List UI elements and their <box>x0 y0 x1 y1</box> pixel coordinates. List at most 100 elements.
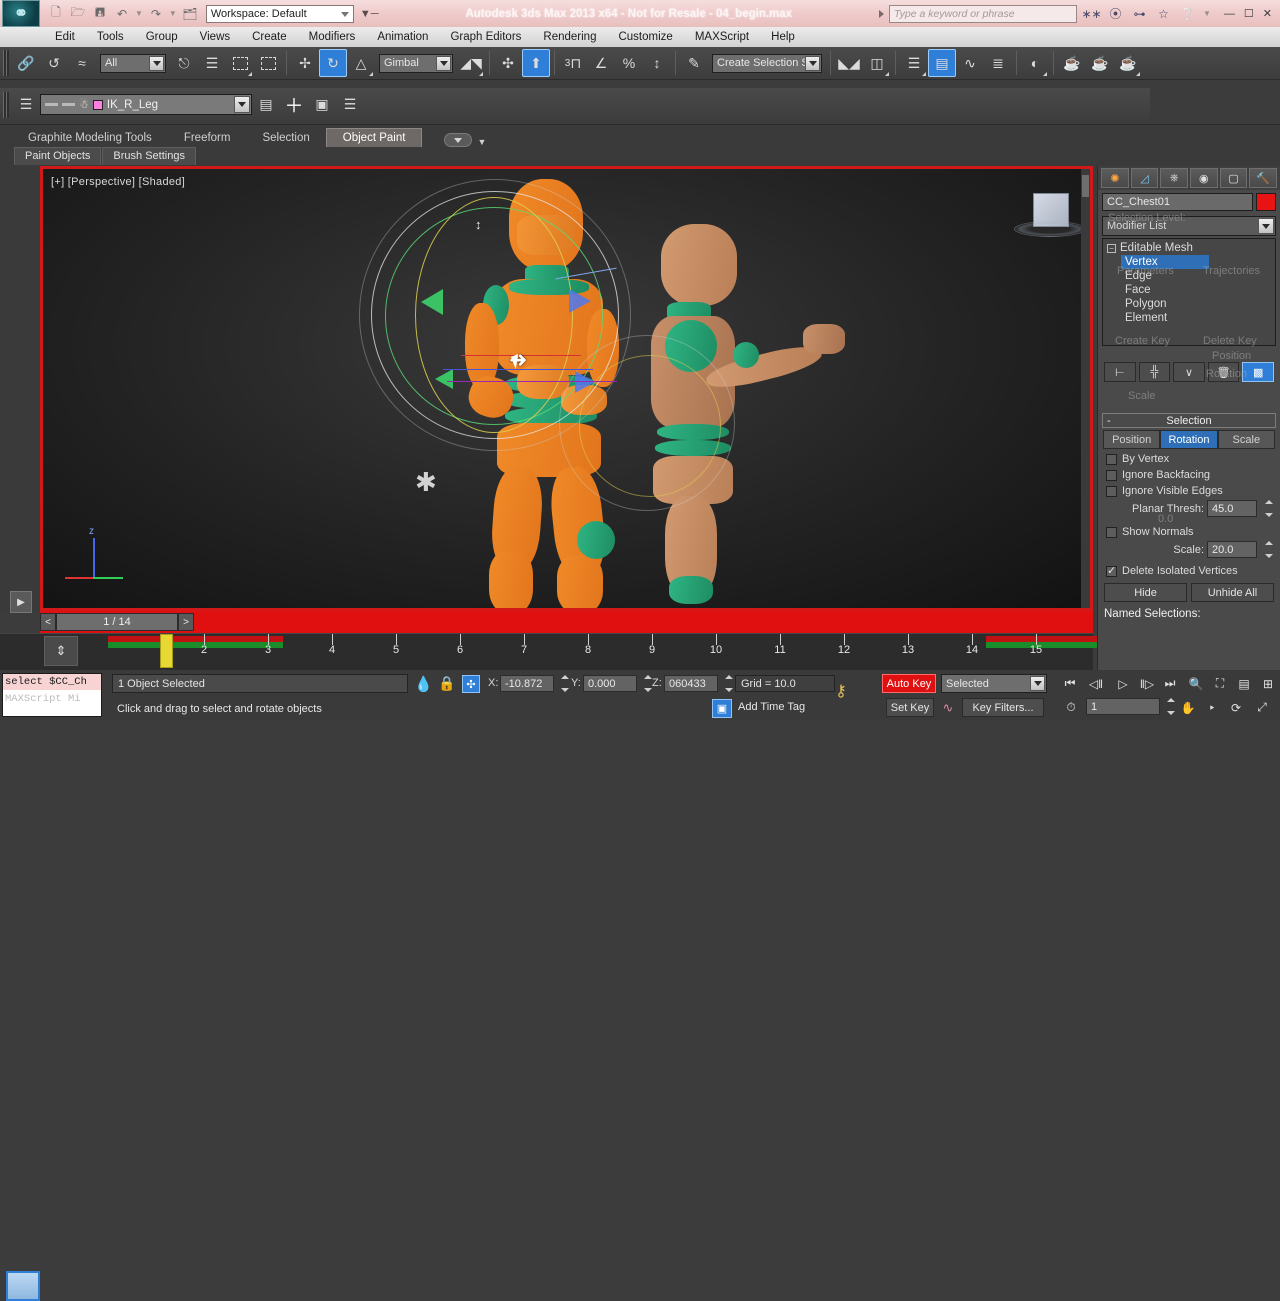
menu-item-edit[interactable]: Edit <box>44 29 86 45</box>
graphite-modeling-toggle-icon[interactable]: ▤ <box>928 49 956 77</box>
key-range-bar-green[interactable] <box>108 642 283 648</box>
create-tab[interactable]: ✺ <box>1101 168 1129 188</box>
menu-item-help[interactable]: Help <box>760 29 806 45</box>
expand-box-icon[interactable]: − <box>1107 244 1116 253</box>
add-time-tag-toggle-icon[interactable]: ▣ <box>712 699 732 718</box>
ribbon-subtab-brush-settings[interactable]: Brush Settings <box>102 147 196 165</box>
curve-editor-icon[interactable]: ∿ <box>956 49 984 77</box>
workspace-selector[interactable]: Workspace: Default <box>206 5 354 23</box>
reference-coordinate-dropdown[interactable]: Gimbal <box>379 54 453 73</box>
minimize-button[interactable]: — <box>1224 8 1235 20</box>
chevron-down-icon[interactable] <box>234 96 250 113</box>
previous-frame-button[interactable]: ◁‖ <box>1085 674 1107 693</box>
sub-object-rotation-button[interactable]: Rotation <box>1160 430 1217 449</box>
show-normals-checkbox[interactable] <box>1106 527 1117 538</box>
viewport-label[interactable]: [+] [Perspective] [Shaded] <box>51 176 185 188</box>
menu-item-group[interactable]: Group <box>135 29 189 45</box>
unhide-all-button[interactable]: Unhide All <box>1191 583 1274 602</box>
layer-set-current-icon[interactable]: ▤ <box>252 91 280 119</box>
undo-icon[interactable]: ↶ <box>112 4 132 24</box>
layer-toolbar-grip[interactable] <box>3 92 9 118</box>
menu-item-customize[interactable]: Customize <box>607 29 683 45</box>
align-icon[interactable]: ◫ <box>863 49 891 77</box>
chevron-down-icon[interactable] <box>1258 218 1274 234</box>
chevron-down-icon[interactable] <box>805 56 820 71</box>
by-vertex-row[interactable]: By Vertex <box>1098 451 1280 467</box>
toolbar-grip[interactable] <box>3 50 9 76</box>
key-filters-button[interactable]: Key Filters... <box>962 698 1044 717</box>
modify-tab[interactable]: ◿ <box>1131 168 1159 188</box>
x-coord-spinner[interactable] <box>559 675 570 692</box>
zoom-extents-button[interactable]: ⛶ <box>1210 674 1230 693</box>
layer-manager-icon[interactable]: ☰ <box>900 49 928 77</box>
utilities-tab[interactable]: 🔨 <box>1249 168 1277 188</box>
view-cube-compass-ring[interactable] <box>1014 221 1086 237</box>
chevron-down-icon[interactable] <box>436 56 451 71</box>
rendered-frame-window-icon[interactable]: ☕ <box>1086 49 1114 77</box>
mirror-icon[interactable]: ◣◢ <box>835 49 863 77</box>
redo-icon[interactable]: ↷ <box>146 4 166 24</box>
display-tab[interactable]: ▢ <box>1220 168 1248 188</box>
maximize-viewport-button[interactable]: ⤢ <box>1252 698 1272 717</box>
spinner-snap-toggle-icon[interactable]: ↕ <box>643 49 671 77</box>
select-objects-in-layer-icon[interactable]: ☰ <box>336 91 364 119</box>
remove-modifier-icon[interactable]: 🗑 <box>1208 362 1240 382</box>
by-vertex-checkbox[interactable] <box>1106 454 1117 465</box>
maxscript-listener[interactable]: select $CC_Ch MAXScript Mi <box>2 673 102 717</box>
open-mini-curve-editor-icon[interactable]: ⇕ <box>44 636 78 666</box>
time-slider[interactable]: < 1 / 14 > <box>40 611 1093 633</box>
normals-scale-field[interactable]: 20.0 <box>1207 541 1257 558</box>
chevron-down-icon[interactable] <box>341 12 349 17</box>
undo-dropdown-arrow-icon[interactable]: ▼ <box>134 9 144 18</box>
sub-object-position-button[interactable]: Position <box>1103 430 1160 449</box>
isolate-selection-icon[interactable]: 💧 <box>414 675 430 693</box>
object-color-swatch[interactable] <box>1256 193 1276 211</box>
save-file-icon[interactable]: 🖪 <box>90 4 110 24</box>
current-frame-spinner[interactable] <box>1165 698 1176 715</box>
make-unique-icon[interactable]: ∨ <box>1173 362 1205 382</box>
ignore-backfacing-checkbox[interactable] <box>1106 470 1117 481</box>
normals-scale-spinner[interactable] <box>1263 541 1274 558</box>
modifier-stack-item-editable-mesh[interactable]: − Editable Mesh <box>1103 241 1275 255</box>
pin-stack-icon[interactable]: ⊢ <box>1104 362 1136 382</box>
menu-item-rendering[interactable]: Rendering <box>532 29 607 45</box>
time-configuration-button[interactable]: ⏱ <box>1060 698 1082 717</box>
angle-snap-toggle-icon[interactable]: ∠ <box>587 49 615 77</box>
next-frame-arrow[interactable]: > <box>178 613 194 631</box>
project-folder-icon[interactable]: 🗂 <box>180 4 200 24</box>
y-coord-field[interactable]: 0.000 <box>583 675 637 692</box>
auto-key-button[interactable]: Auto Key <box>882 674 936 693</box>
planar-threshold-field[interactable]: 45.0 <box>1207 500 1257 517</box>
select-and-link-icon[interactable]: 🔗 <box>12 49 40 77</box>
menu-item-create[interactable]: Create <box>241 29 298 45</box>
current-frame-display[interactable]: 1 / 14 <box>56 613 178 631</box>
percent-snap-toggle-icon[interactable]: % <box>615 49 643 77</box>
scrollbar-thumb[interactable] <box>1082 175 1089 197</box>
delete-isolated-vertices-checkbox[interactable] <box>1106 566 1117 577</box>
all-views-button[interactable]: ⊞ <box>1258 674 1278 693</box>
menu-item-graph-editors[interactable]: Graph Editors <box>439 29 532 45</box>
bind-to-space-warp-icon[interactable]: ≈ <box>68 49 96 77</box>
current-frame-field[interactable]: 1 <box>1086 698 1160 715</box>
ribbon-tab-graphite-modeling-tools[interactable]: Graphite Modeling Tools <box>12 129 168 147</box>
select-object-icon[interactable]: ⎋ <box>170 49 198 77</box>
key-range-bar-green-end[interactable] <box>986 642 1106 648</box>
hierarchy-tab[interactable]: ⎈ <box>1160 168 1188 188</box>
menu-item-maxscript[interactable]: MAXScript <box>684 29 760 45</box>
application-menu-button[interactable]: ⚭ <box>2 0 40 27</box>
key-icon[interactable]: ⦿ <box>1106 4 1125 23</box>
modifier-stack-item-edge[interactable]: Edge <box>1121 269 1275 283</box>
snaps-toggle-icon[interactable]: 3⊓ <box>559 49 587 77</box>
edit-named-selection-sets-icon[interactable]: ✎ <box>680 49 708 77</box>
use-center-flyout-icon[interactable]: ◢◥ <box>457 49 485 77</box>
select-and-rotate-icon[interactable]: ↻ <box>319 49 347 77</box>
ignore-visible-edges-checkbox[interactable] <box>1106 486 1117 497</box>
track-bar[interactable]: ⇕ 2 3 4 5 6 7 8 9 10 11 <box>0 633 1093 670</box>
orbit-button[interactable]: ⟳ <box>1226 698 1246 717</box>
chevron-down-icon[interactable] <box>149 56 164 71</box>
hide-button[interactable]: Hide <box>1104 583 1187 602</box>
keyboard-shortcut-override-icon[interactable]: ⬆ <box>522 49 550 77</box>
set-key-button[interactable]: Set Key <box>886 698 934 717</box>
mini-curve-editor-button[interactable] <box>6 1271 40 1301</box>
ribbon-tab-object-paint[interactable]: Object Paint <box>326 128 423 147</box>
